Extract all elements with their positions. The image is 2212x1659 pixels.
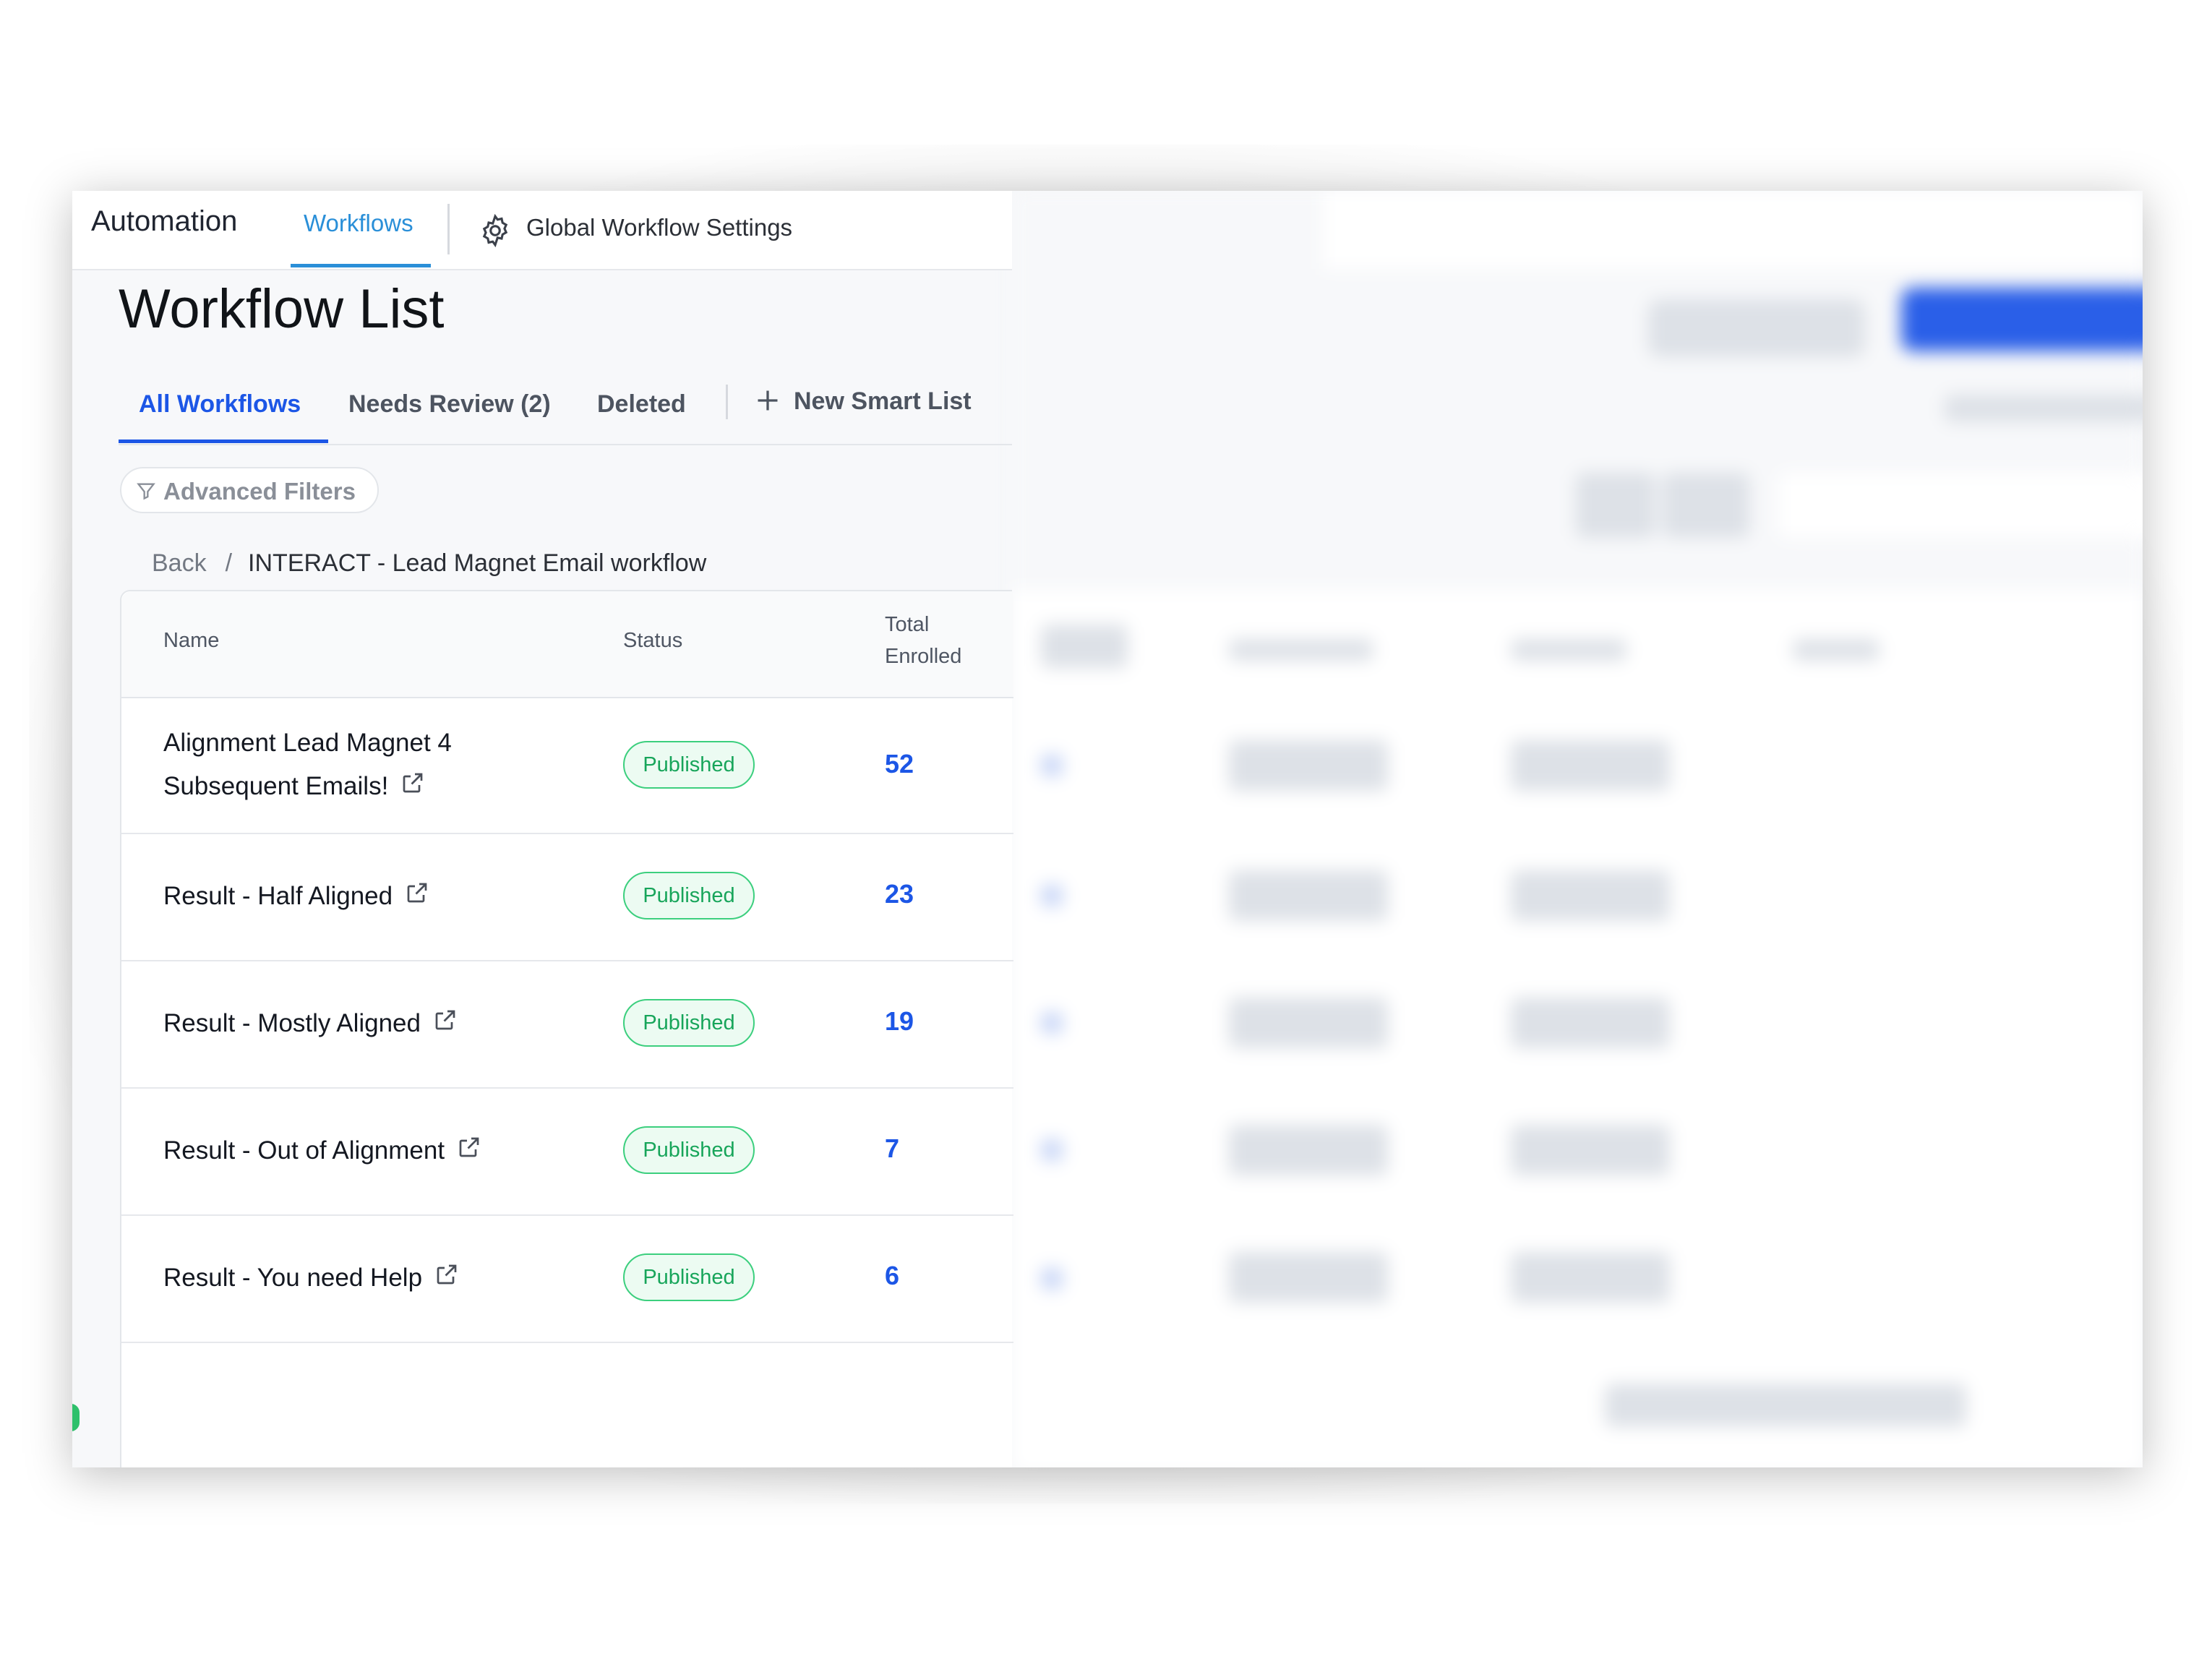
table-header: Name Status Total Enrolled [121,591,1013,698]
workflow-name: Result - You need Help [163,1264,423,1292]
workflow-name: Result - Half Aligned [163,882,393,910]
plus-icon[interactable] [755,387,781,413]
status-badge: Published [623,1253,755,1301]
tab-needs-review[interactable]: Needs Review (2) [348,390,551,419]
tab-workflows-label: Workflows [304,210,413,236]
workflow-name-line2: Subsequent Emails! [163,772,389,800]
workflow-name: Result - Out of Alignment [163,1136,445,1165]
enrolled-count-link[interactable]: 23 [885,879,914,909]
status-badge: Published [623,999,755,1047]
workflow-name-link[interactable]: Result - Out of Alignment [163,1129,482,1173]
external-link-icon[interactable] [400,770,426,796]
blurred-region [1012,191,2143,1467]
active-tab-indicator [119,440,328,443]
breadcrumb: Back / INTERACT - Lead Magnet Email workfl… [152,549,706,578]
workflow-name: Result - Mostly Aligned [163,1009,421,1037]
tab-deleted[interactable]: Deleted [597,390,686,419]
new-smart-list-button[interactable]: New Smart List [794,387,972,416]
enrolled-count-link[interactable]: 19 [885,1006,914,1037]
breadcrumb-separator: / [225,549,233,577]
filter-icon [137,483,155,500]
external-link-icon[interactable] [434,1261,460,1287]
external-link-icon[interactable] [432,1007,458,1033]
enrolled-count-link[interactable]: 6 [885,1261,899,1291]
global-workflow-settings-link[interactable]: Global Workflow Settings [526,214,792,241]
table-row[interactable]: Result - Mostly Aligned Published 19 [121,960,1013,1089]
page-title: Workflow List [119,278,445,340]
app-title: Automation [91,205,238,237]
workflow-table: Name Status Total Enrolled Alignment Lea… [120,590,1013,1467]
status-badge: Published [623,741,755,789]
tab-workflows[interactable]: Workflows [291,191,431,267]
column-header-enrolled-line2[interactable]: Enrolled [885,645,961,669]
enrolled-count-link[interactable]: 7 [885,1133,899,1164]
nav-divider [447,204,450,254]
app-window: Automation Workflows Global Workflow Set… [72,191,2143,1467]
enrolled-count-link[interactable]: 52 [885,749,914,779]
table-row[interactable]: Alignment Lead Magnet 4 Subsequent Email… [121,697,1013,834]
status-badge: Published [623,1126,755,1174]
table-row[interactable]: Result - Half Aligned Published 23 [121,833,1013,961]
workflow-name-link[interactable]: Result - Half Aligned [163,875,430,918]
workflow-name-line1: Alignment Lead Magnet 4 [163,729,452,757]
column-header-name[interactable]: Name [163,629,219,653]
tab-divider [726,385,728,419]
breadcrumb-back-link[interactable]: Back [152,549,207,577]
advanced-filters-label: Advanced Filters [163,478,356,505]
workflow-name-link[interactable]: Result - Mostly Aligned [163,1002,458,1045]
top-navigation: Automation Workflows Global Workflow Set… [72,191,1012,270]
chat-widget-indicator[interactable] [72,1404,80,1431]
column-header-status[interactable]: Status [623,629,682,653]
external-link-icon[interactable] [404,880,430,906]
external-link-icon[interactable] [456,1134,482,1160]
workflow-name-link[interactable]: Alignment Lead Magnet 4 Subsequent Email… [163,721,452,808]
workflow-tabs: All Workflows Needs Review (2) Deleted N… [119,372,1012,445]
breadcrumb-current: INTERACT - Lead Magnet Email workflow [248,549,707,577]
tab-all-workflows[interactable]: All Workflows [139,390,301,419]
gear-icon[interactable] [477,213,513,249]
workflow-name-link[interactable]: Result - You need Help [163,1256,460,1300]
advanced-filters-button[interactable]: Advanced Filters [120,467,379,513]
column-header-enrolled-line1[interactable]: Total [885,613,929,637]
table-row[interactable]: Result - You need Help Published 6 [121,1214,1013,1343]
status-badge: Published [623,872,755,919]
table-row[interactable]: Result - Out of Alignment Published 7 [121,1087,1013,1216]
